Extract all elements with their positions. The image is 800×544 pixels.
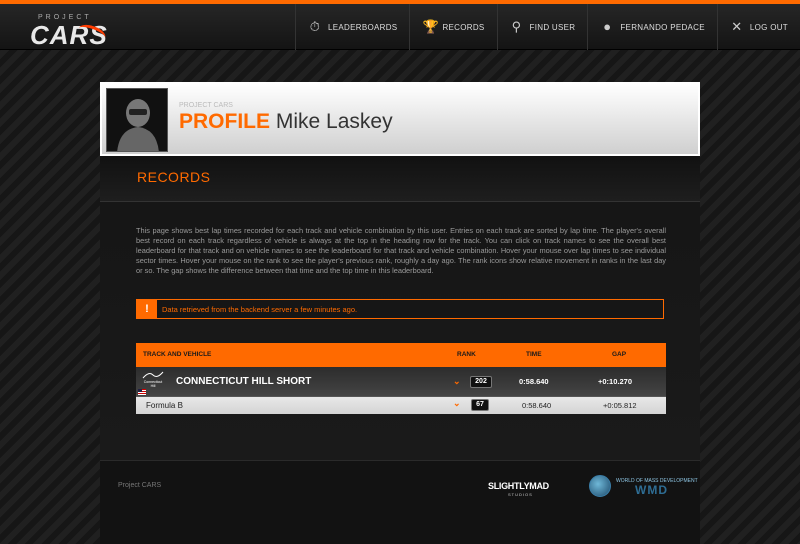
notice-text: Data retrieved from the backend server a… xyxy=(162,304,358,314)
nav-records-label: RECORDS xyxy=(442,22,485,32)
user-icon: ● xyxy=(603,19,612,34)
slightly-mad-sub: STUDIOS xyxy=(508,492,533,497)
footer: Project CARS SLIGHTLYMAD STUDIOS WORLD O… xyxy=(100,460,700,544)
trophy-icon: 🏆 xyxy=(422,19,439,34)
nav-leaderboards-label: LEADERBOARDS xyxy=(328,22,398,32)
header-gap: GAP xyxy=(612,351,627,358)
table-header: TRACK AND VEHICLE RANK TIME GAP xyxy=(136,343,666,367)
project-cars-logo[interactable]: PROJECT CARS xyxy=(16,10,108,50)
search-icon: ⚲ xyxy=(511,19,522,34)
lap-time[interactable]: 0:58.640 xyxy=(519,377,549,386)
records-heading-bar: RECORDS xyxy=(100,156,700,202)
section-title: RECORDS xyxy=(137,169,211,185)
track-logo: Connecticut Hill xyxy=(141,371,165,388)
nav-user-label: FERNANDO PEDACE xyxy=(620,22,705,32)
top-navbar: PROJECT CARS ⏱ LEADERBOARDS 🏆 RECORDS ⚲ … xyxy=(0,0,800,50)
main-nav: ⏱ LEADERBOARDS 🏆 RECORDS ⚲ FIND USER ● F… xyxy=(295,4,800,50)
gap-value: +0:05.812 xyxy=(603,401,637,410)
rank-badge[interactable]: 202 xyxy=(470,376,492,388)
records-panel: RECORDS This page shows best lap times r… xyxy=(100,156,700,460)
nav-find-user[interactable]: ⚲ FIND USER xyxy=(496,4,588,50)
info-notice: ! Data retrieved from the backend server… xyxy=(136,299,664,319)
vehicle-name-link[interactable]: Formula B xyxy=(146,401,183,410)
profile-name: Mike Laskey xyxy=(275,110,393,133)
nav-log-out-label: LOG OUT xyxy=(749,22,788,32)
us-flag-icon xyxy=(138,389,146,395)
track-logo-text: Connecticut Hill xyxy=(143,380,163,388)
gap-value: +0:10.270 xyxy=(598,377,632,386)
globe-icon xyxy=(589,475,611,497)
avatar xyxy=(106,88,168,152)
profile-header: PROJECT CARS PROFILE Mike Laskey xyxy=(100,82,700,156)
slightly-mad-logo[interactable]: SLIGHTLYMAD xyxy=(488,481,549,491)
alert-icon: ! xyxy=(137,300,157,318)
header-rank: RANK xyxy=(457,351,476,358)
nav-find-user-label: FIND USER xyxy=(529,22,576,32)
nav-log-out[interactable]: ✕ LOG OUT xyxy=(716,4,800,50)
track-name-link[interactable]: CONNECTICUT HILL SHORT xyxy=(176,376,311,387)
footer-copyright: Project CARS xyxy=(118,482,162,489)
header-track-vehicle: TRACK AND VEHICLE xyxy=(143,351,212,358)
nav-records[interactable]: 🏆 RECORDS xyxy=(409,4,496,50)
lap-time[interactable]: 0:58.640 xyxy=(522,401,551,410)
nav-leaderboards[interactable]: ⏱ LEADERBOARDS xyxy=(295,4,409,50)
page-title: PROFILE Mike Laskey xyxy=(179,110,393,134)
description-text: This page shows best lap times recorded … xyxy=(136,226,666,275)
chevron-down-icon: ⌄ xyxy=(453,398,461,408)
rank-badge[interactable]: 67 xyxy=(471,399,489,411)
stopwatch-icon: ⏱ xyxy=(309,19,321,34)
breadcrumb[interactable]: PROJECT CARS xyxy=(179,102,233,109)
chevron-down-icon: ⌄ xyxy=(453,376,461,386)
records-table: TRACK AND VEHICLE RANK TIME GAP Connecti… xyxy=(136,343,666,414)
track-row: Connecticut Hill CONNECTICUT HILL SHORT … xyxy=(136,367,666,397)
header-time: TIME xyxy=(526,351,542,358)
close-icon: ✕ xyxy=(731,19,743,34)
vehicle-row: Formula B ⌄ 67 0:58.640 +0:05.812 xyxy=(136,397,666,414)
nav-user-account[interactable]: ● FERNANDO PEDACE xyxy=(587,4,717,50)
wmd-logo: WMD xyxy=(635,483,668,497)
profile-word: PROFILE xyxy=(179,110,271,133)
